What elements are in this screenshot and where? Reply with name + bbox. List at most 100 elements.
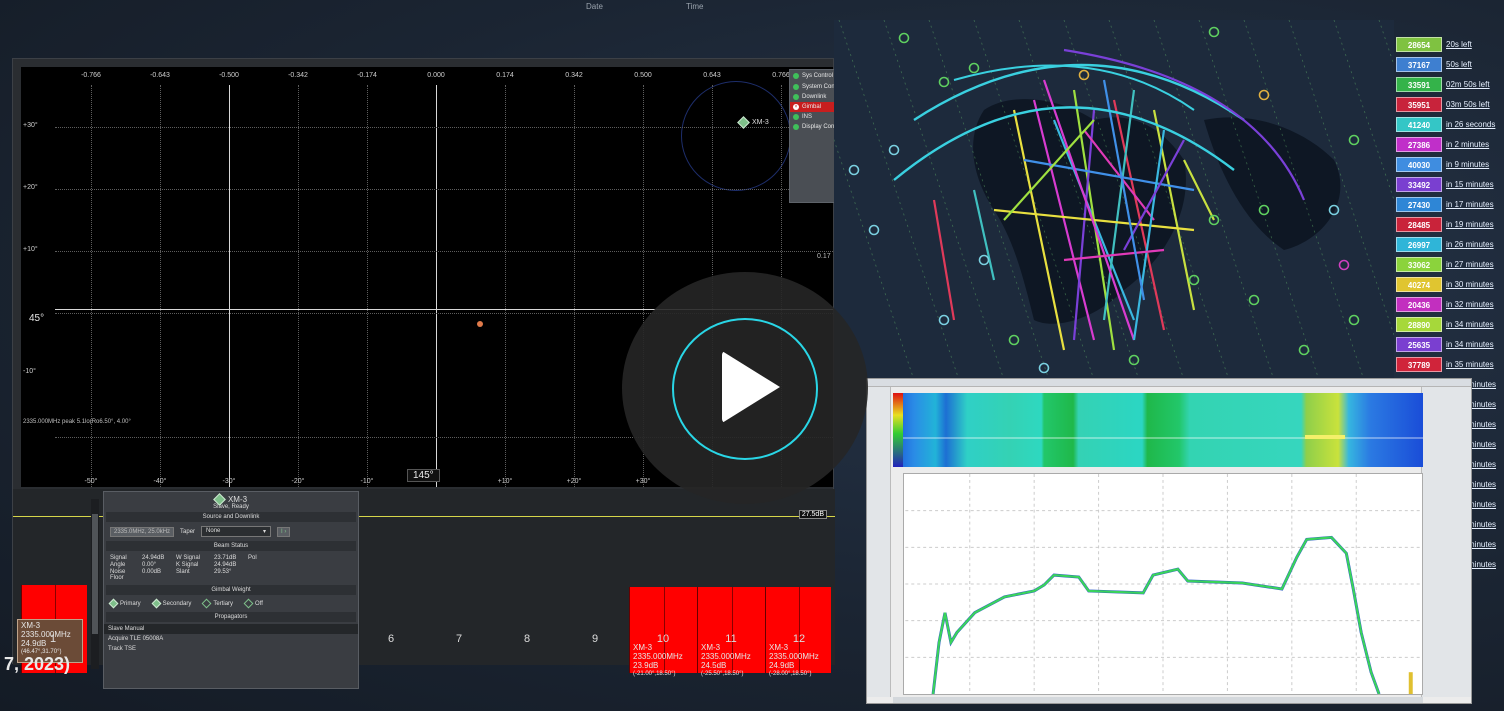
video-player-frame[interactable]: Date Time 45° 0.17 2335.000MHz peak 5.1l… [0,0,1504,711]
bottom-axis-tick: -10° [360,478,374,485]
target-marker[interactable] [477,321,483,327]
pass-row[interactable]: 40030 in 9 minutes [1396,154,1504,174]
taper-value: None [206,528,221,534]
pass-eta-link[interactable]: minutes [1468,400,1496,409]
waterfall-marker-line [903,437,1423,439]
pass-eta-link[interactable]: in 9 minutes [1446,160,1489,169]
pass-eta-link[interactable]: in 26 seconds [1446,120,1495,129]
beam-info[interactable]: XM-3 2335.000MHz 24.9dB (-28.00°,18.50°) [769,643,819,679]
bottom-axis-tick: +10° [497,478,513,485]
pass-eta-link[interactable]: in 35 minutes [1446,360,1494,369]
pass-eta-link[interactable]: in 34 minutes [1446,320,1494,329]
pass-eta-link[interactable]: in 17 minutes [1446,200,1494,209]
spectrum-settings-pane[interactable] [1421,387,1471,697]
pass-eta-link[interactable]: in 27 minutes [1446,260,1494,269]
toggle-button[interactable]: I › [277,526,291,537]
propagator-item[interactable]: Acquire TLE 05008A [104,634,358,644]
source-header: Source and Downlink [106,512,356,522]
beam-info[interactable]: XM-3 2335.000MHz 24.5dB (-25.50°,18.50°) [701,643,751,679]
sys-control-item-label: INS [802,114,813,120]
pass-eta-link[interactable]: minutes [1468,500,1496,509]
satellite-id-badge: 28890 [1396,316,1442,332]
spectrum-left-toolbar[interactable] [867,387,891,697]
satellite-id-badge: 33492 [1396,176,1442,192]
satellite-id-badge: 28654 [1396,36,1442,52]
pass-row[interactable]: 41240 in 26 seconds [1396,114,1504,134]
satellite-state: Slave, Ready [213,504,249,510]
left-axis-tick: +20° [23,184,38,191]
gimbal-weight-label: Primary [120,600,141,607]
threshold-value-tag[interactable]: 27.5dB [798,510,827,519]
bottom-axis-tick: -20° [291,478,305,485]
top-axis-tick: 0.000 [427,72,445,79]
top-axis-tick: 0.500 [634,72,652,79]
source-field[interactable]: 2335.0MHz, 25.0kHz [110,526,175,537]
play-icon[interactable] [722,351,780,423]
waterfall-hot-signal [1305,435,1345,439]
pass-row[interactable]: 28654 20s left [1396,34,1504,54]
pass-row[interactable]: 37167 50s left [1396,54,1504,74]
pass-eta-link[interactable]: in 26 minutes [1446,240,1494,249]
pass-eta-link[interactable]: in 32 minutes [1446,300,1494,309]
propagator-item[interactable]: Slave Manual [104,624,358,634]
pass-eta-link[interactable]: in 19 minutes [1446,220,1494,229]
pass-row[interactable]: 40274 in 30 minutes [1396,274,1504,294]
grid-line-vertical [436,85,437,487]
pass-eta-link[interactable]: minutes [1468,440,1496,449]
pass-eta-link[interactable]: 50s left [1446,60,1472,69]
beam-status-cell [248,562,268,568]
pass-row[interactable]: 27430 in 17 minutes [1396,194,1504,214]
pass-eta-link[interactable]: minutes [1468,560,1496,569]
beam-status-cell: 29.53° [214,569,232,575]
beam-status-cell: Angle [110,562,126,568]
taper-label: Taper [180,528,196,535]
header-fragment-date: Date [586,2,603,11]
pass-row[interactable]: 33492 in 15 minutes [1396,174,1504,194]
beam-info-snr: 24.5dB [701,661,727,670]
beam-status-cell: Slant [176,569,190,575]
pass-row[interactable]: 33062 in 27 minutes [1396,254,1504,274]
status-ok-icon [793,94,799,100]
pass-eta-link[interactable]: minutes [1468,480,1496,489]
pass-row[interactable]: 20436 in 32 minutes [1396,294,1504,314]
pass-row[interactable]: 26997 in 26 minutes [1396,234,1504,254]
pass-row[interactable]: 25635 in 34 minutes [1396,334,1504,354]
pass-eta-link[interactable]: minutes [1468,380,1496,389]
pass-eta-link[interactable]: in 34 minutes [1446,340,1494,349]
pass-eta-link[interactable]: in 30 minutes [1446,280,1494,289]
pass-row[interactable]: 33591 02m 50s left [1396,74,1504,94]
boresight-angle-label: 45° [25,313,49,324]
top-axis-tick: -0.174 [357,72,377,79]
taper-select[interactable]: None ▾ [201,526,272,537]
gimbal-weight-header: Gimbal Weight [106,585,356,595]
gimbal-weight-option[interactable]: Tertiary [201,598,233,609]
pass-eta-link[interactable]: 20s left [1446,40,1472,49]
pass-row[interactable]: 37789 in 35 minutes [1396,354,1504,374]
gimbal-weight-option[interactable]: Off [243,598,263,609]
pass-row[interactable]: 27386 in 2 minutes [1396,134,1504,154]
gimbal-weight-option[interactable]: Secondary [151,598,191,609]
grid-line-vertical [229,85,230,487]
propagator-item[interactable]: Track TSE [104,644,358,654]
pass-eta-link[interactable]: in 2 minutes [1446,140,1489,149]
pass-eta-link[interactable]: in 15 minutes [1446,180,1494,189]
pass-eta-link[interactable]: minutes [1468,420,1496,429]
pass-eta-link[interactable]: 02m 50s left [1446,80,1490,89]
gimbal-weight-options: Primary Secondary Tertiary Off [104,597,358,610]
beam-info[interactable]: XM-3 2335.000MHz 23.9dB (-21.00°,18.50°) [633,643,683,679]
pass-row[interactable]: 28485 in 19 minutes [1396,214,1504,234]
scrollbar-thumb[interactable] [92,514,98,634]
beam-number: 9 [591,633,599,645]
pass-eta-link[interactable]: 03m 50s left [1446,100,1490,109]
pass-row[interactable]: 35951 03m 50s left [1396,94,1504,114]
satellite-marker[interactable]: XM-3 [737,116,769,129]
pass-row[interactable]: 28890 in 34 minutes [1396,314,1504,334]
gimbal-weight-option[interactable]: Primary [108,598,141,609]
spectrum-menubar[interactable] [867,379,1471,387]
pass-eta-link[interactable]: minutes [1468,540,1496,549]
pass-eta-link[interactable]: minutes [1468,520,1496,529]
pass-eta-link[interactable]: minutes [1468,460,1496,469]
bottom-axis-tick: -40° [153,478,167,485]
satellite-id-badge: 40274 [1396,276,1442,292]
satellite-id-badge: 40030 [1396,156,1442,172]
